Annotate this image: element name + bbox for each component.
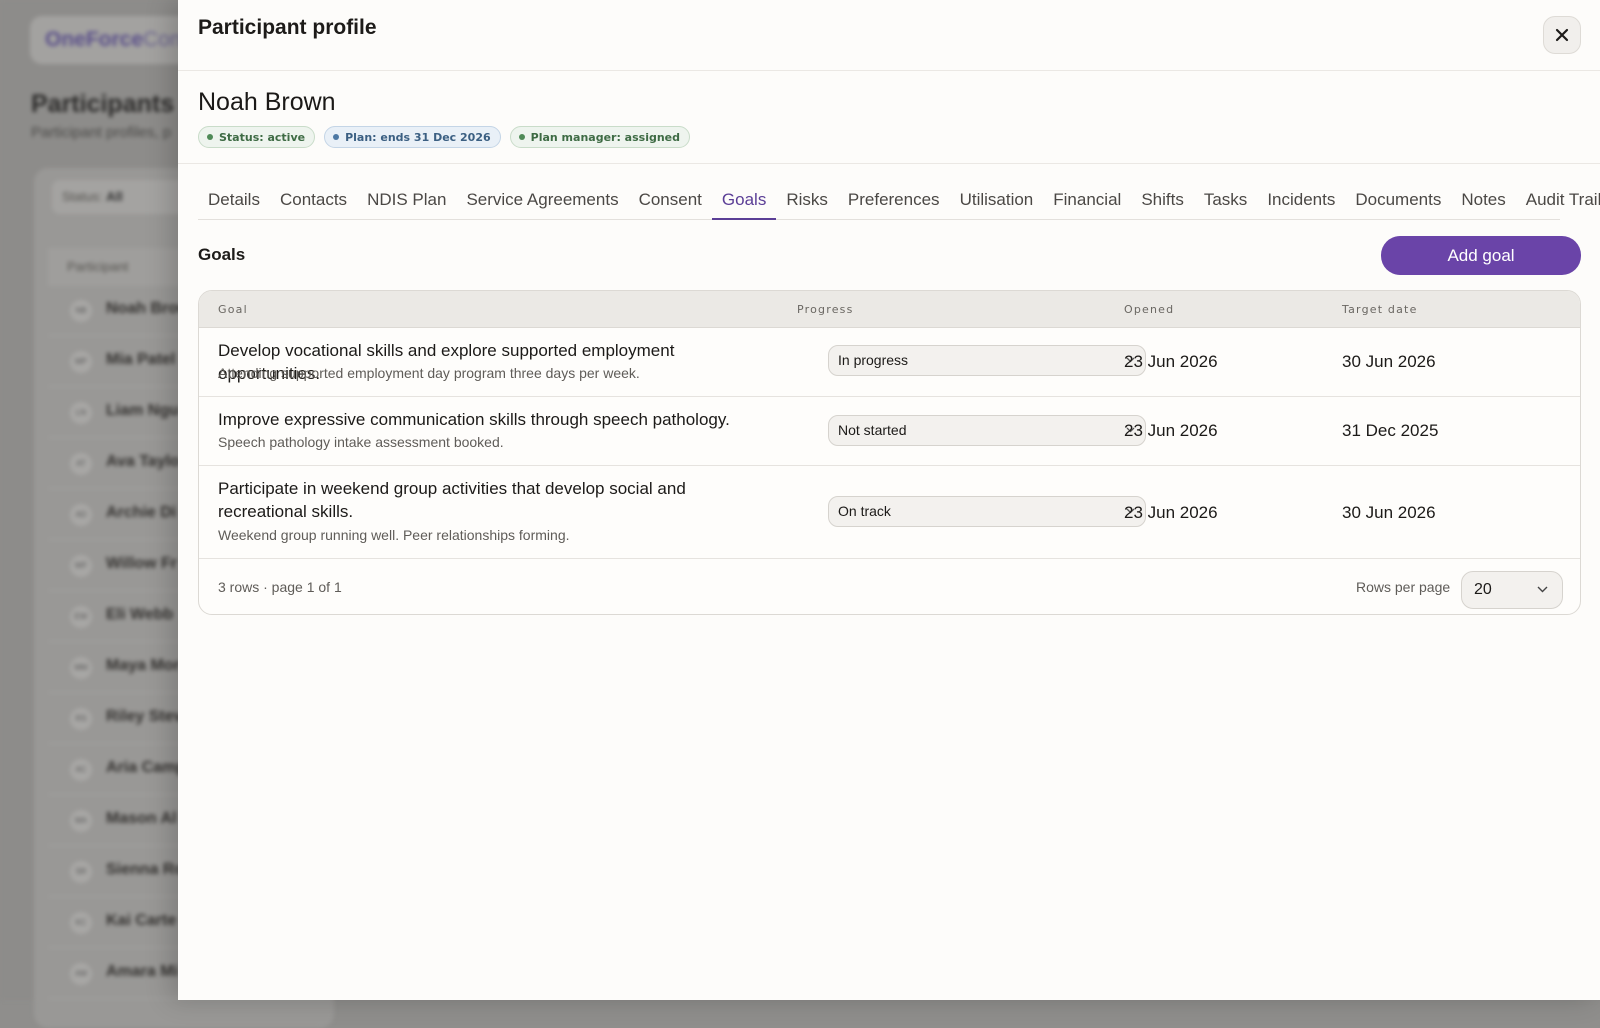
tab-incidents[interactable]: Incidents [1257, 183, 1345, 220]
participant-name: Archie Di [106, 504, 177, 521]
target-date: 30 Jun 2026 [1342, 352, 1436, 371]
avatar: RS [70, 708, 92, 730]
section-title: Goals [198, 245, 246, 264]
participant-summary: Noah Brown Status: active Plan: ends 31 D… [178, 71, 1600, 164]
participant-name: Maya Mor [106, 657, 180, 674]
tab-documents[interactable]: Documents [1345, 183, 1451, 220]
tab-shifts[interactable]: Shifts [1131, 183, 1194, 220]
profile-tabs: Details Contacts NDIS Plan Service Agreemen… [198, 183, 1600, 220]
participant-name: Aria Camp [106, 759, 187, 776]
tab-goals[interactable]: Goals [711, 183, 777, 220]
add-goal-button[interactable]: Add goal [1381, 236, 1581, 275]
avatar: LN [70, 402, 92, 424]
close-icon [1555, 28, 1569, 42]
participant-name: Willow Fr [106, 555, 177, 572]
participant-name: Eli Webb [106, 606, 174, 623]
goal-note: Speech pathology intake assessment booke… [218, 434, 504, 450]
progress-select[interactable]: On track [828, 496, 1146, 527]
participant-name: Kai Carte [106, 912, 177, 929]
opened-date: 23 Jun 2026 [1124, 421, 1218, 440]
tab-ndis-plan[interactable]: NDIS Plan [357, 183, 456, 220]
participant-name: Mason Al [106, 810, 177, 827]
header-target-date: Target date [1342, 303, 1418, 316]
rows-per-page-value: 20 [1474, 581, 1492, 598]
avatar: KC [70, 912, 92, 934]
badge-label: Plan: ends 31 Dec 2026 [345, 130, 491, 144]
pagination-info: 3 rows · page 1 of 1 [218, 579, 342, 595]
close-button[interactable] [1543, 16, 1581, 54]
goal-note: Attending supported employment day progr… [218, 365, 640, 381]
avatar: AT [70, 453, 92, 475]
avatar: AC [70, 759, 92, 781]
participant-name: Riley Stev [106, 708, 183, 725]
status-badges: Status: active Plan: ends 31 Dec 2026 Plan… [198, 126, 691, 148]
avatar: AM [70, 963, 92, 985]
goals-table: Goal Progress Opened Target date Develop… [198, 290, 1581, 615]
tab-notes[interactable]: Notes [1451, 183, 1515, 220]
status-badge: Plan: ends 31 Dec 2026 [324, 126, 501, 148]
status-dot-icon [333, 134, 340, 140]
badge-label: Status: active [219, 130, 306, 144]
progress-value: Not started [838, 422, 907, 438]
participant-name: Amara Mi [106, 963, 179, 980]
tab-preferences[interactable]: Preferences [838, 183, 950, 220]
header-progress: Progress [797, 303, 854, 316]
header-opened: Opened [1124, 303, 1175, 316]
status-dot-icon [207, 134, 213, 140]
target-date: 31 Dec 2025 [1342, 421, 1439, 440]
avatar: MP [70, 351, 92, 373]
opened-date: 23 Jun 2026 [1124, 503, 1218, 522]
tab-utilisation[interactable]: Utilisation [950, 183, 1044, 220]
goals-table-header: Goal Progress Opened Target date [199, 291, 1580, 328]
avatar: SR [70, 861, 92, 883]
tab-audit-trail[interactable]: Audit Trail [1516, 183, 1600, 220]
participant-name: Noah Brown [198, 88, 336, 116]
status-dot-icon [518, 134, 525, 140]
progress-value: In progress [838, 352, 909, 368]
tab-financial[interactable]: Financial [1043, 183, 1131, 220]
progress-value: On track [838, 503, 891, 519]
avatar: MA [70, 810, 92, 832]
participant-profile-drawer: Participant profile Noah Brown Status: a… [178, 0, 1600, 1000]
table-row: Develop vocational skills and explore su… [199, 328, 1580, 397]
participant-name: Sienna Ro [106, 861, 185, 878]
table-row: Participate in weekend group activities … [199, 466, 1580, 559]
status-badge: Plan manager: assigned [509, 126, 691, 148]
progress-select[interactable]: Not started [828, 415, 1146, 446]
drawer-title: Participant profile [198, 16, 377, 39]
avatar: EW [70, 606, 92, 628]
avatar: NB [70, 300, 92, 322]
participant-name: Ava Taylo [106, 453, 180, 470]
avatar: WF [70, 555, 92, 577]
tab-service-agreements[interactable]: Service Agreements [456, 183, 628, 220]
goal-title: Participate in weekend group activities … [218, 479, 686, 521]
drawer-header: Participant profile [178, 0, 1600, 71]
table-row: Improve expressive communication skills … [199, 397, 1580, 466]
avatar: AD [70, 504, 92, 526]
rows-per-page-label: Rows per page [1356, 579, 1451, 595]
participant-name: Mia Patel [106, 351, 176, 368]
header-goal: Goal [218, 303, 248, 316]
opened-date: 23 Jun 2026 [1124, 352, 1218, 371]
tab-risks[interactable]: Risks [776, 183, 838, 220]
avatar: MM [70, 657, 92, 679]
tab-details[interactable]: Details [198, 183, 270, 220]
goal-title: Improve expressive communication skills … [218, 410, 730, 429]
goal-note: Weekend group running well. Peer relatio… [218, 527, 570, 543]
page-subtitle: Participant profiles, p [31, 124, 172, 141]
tab-consent[interactable]: Consent [629, 183, 712, 220]
badge-label: Plan manager: assigned [530, 130, 681, 144]
status-badge: Status: active [198, 126, 316, 148]
chevron-down-icon [1537, 586, 1548, 593]
tab-tasks[interactable]: Tasks [1194, 183, 1257, 220]
page-title: Participants [31, 90, 175, 118]
target-date: 30 Jun 2026 [1342, 503, 1436, 522]
progress-select[interactable]: In progress [828, 345, 1146, 376]
tab-contacts[interactable]: Contacts [270, 183, 357, 220]
participant-name: Liam Ngu [106, 402, 179, 419]
rows-per-page-select[interactable]: 20 [1461, 571, 1563, 609]
